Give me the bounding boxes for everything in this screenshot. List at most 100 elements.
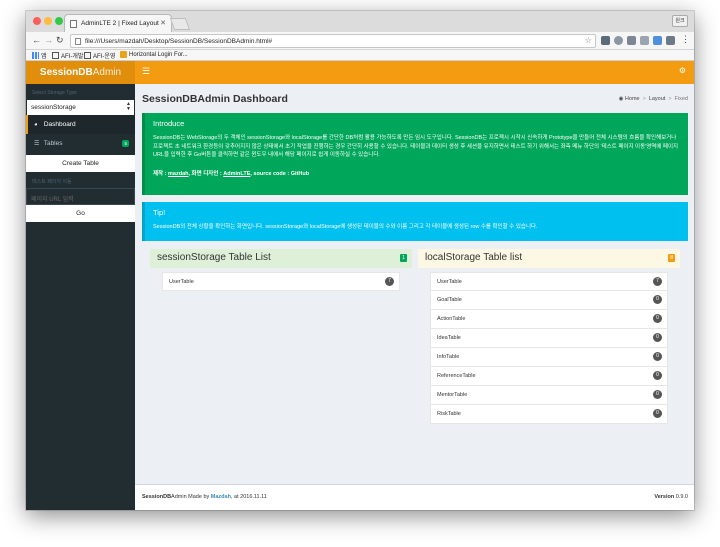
table-name: ActionTable <box>437 316 466 322</box>
url-field[interactable]: file:///Users/mazdah/Desktop/SessionDB/S… <box>70 34 596 48</box>
address-bar-row: ← → ↻ file:///Users/mazdah/Desktop/Sessi… <box>26 32 694 50</box>
box-title: localStorage Table list <box>425 252 523 263</box>
table-name: MentorTable <box>437 392 468 398</box>
browser-tab[interactable]: AdminLTE 2 | Fixed Layout ✕ <box>64 14 172 32</box>
bookmark-item[interactable]: AFI-개발 <box>52 51 83 60</box>
extension-icon[interactable] <box>666 36 675 45</box>
extension-icon[interactable] <box>627 36 636 45</box>
tip-callout: Tip! SessionDB의 전체 상황을 확인하는 화면입니다. sessi… <box>142 202 688 241</box>
admin-app: SessionDBAdmin Select Storage Type sessi… <box>26 61 694 510</box>
page-url-input[interactable]: 페이지 URL 입력 <box>26 188 135 205</box>
create-table-button[interactable]: Create Table <box>26 155 135 172</box>
browser-tab-title: AdminLTE 2 | Fixed Layout <box>81 20 159 27</box>
reload-icon[interactable]: ↻ <box>56 35 64 46</box>
extension-icon[interactable] <box>653 36 662 45</box>
sidebar-item-label: Dashboard <box>43 121 76 128</box>
table-count-badge: 1 <box>400 254 407 262</box>
go-button[interactable]: Go <box>26 205 135 222</box>
storage-type-select[interactable]: sessionStorage ▲ ▼ <box>27 100 134 115</box>
bookmark-item[interactable]: Horizontal Login For... <box>120 51 188 58</box>
top-navbar: ☰ ⚙ <box>135 61 694 84</box>
sidebar-item-tables[interactable]: ☰ Tables 5 <box>26 134 135 153</box>
table-name: UserTable <box>437 279 462 285</box>
minimize-window-button[interactable] <box>44 17 52 25</box>
folder-icon <box>120 51 127 58</box>
row-count-badge: 0 <box>653 371 662 380</box>
version-label: Version <box>654 494 675 500</box>
footer-author-link[interactable]: Mazdah <box>211 494 231 500</box>
design-prefix: , 화면 디자인 : <box>188 170 224 177</box>
table-row[interactable]: IdeaTable 0 <box>430 329 668 348</box>
brand-logo[interactable]: SessionDBAdmin <box>26 61 135 84</box>
local-storage-box: localStorage Table list 8 UserTable 7 Goal… <box>418 249 680 424</box>
sidebar-toggle-icon[interactable]: ☰ <box>142 66 150 77</box>
table-row[interactable]: ActionTable 0 <box>430 310 668 329</box>
row-count-badge: 0 <box>653 409 662 418</box>
table-name: ReferenceTable <box>437 373 476 379</box>
breadcrumb-separator: > <box>668 96 672 102</box>
breadcrumb-separator: > <box>642 96 646 102</box>
version-number: 0.9.0 <box>674 494 688 500</box>
source-code-link[interactable]: , source code : GitHub <box>250 171 309 177</box>
close-window-button[interactable] <box>33 17 41 25</box>
bookmark-label: AFI-운영 <box>93 54 116 60</box>
table-list: UserTable 7 <box>150 268 412 291</box>
brand-light: Admin <box>92 67 122 78</box>
forward-icon[interactable]: → <box>44 35 53 45</box>
folder-icon <box>84 52 91 59</box>
row-count-badge: 0 <box>653 333 662 342</box>
extension-icon[interactable] <box>601 36 610 45</box>
extension-icon[interactable] <box>640 36 649 45</box>
settings-icon[interactable]: ⚙ <box>679 66 686 75</box>
author-link[interactable]: mazdah <box>168 171 188 177</box>
dashboard-icon: ◕ <box>34 122 38 128</box>
table-row[interactable]: RiskTable 0 <box>430 405 668 424</box>
table-row[interactable]: InfoTable 0 <box>430 348 668 367</box>
table-count-badge: 8 <box>668 254 675 262</box>
box-header: sessionStorage Table List 1 <box>150 249 412 268</box>
bookmark-label: 앱 <box>41 54 47 60</box>
brand-bold: SessionDB <box>39 67 93 78</box>
profile-button[interactable]: 원크 <box>672 15 688 27</box>
table-row[interactable]: UserTable 7 <box>430 272 668 291</box>
sidebar-item-label: Tables <box>43 140 63 147</box>
footer-version: Version 0.9.0 <box>654 494 688 500</box>
page-icon <box>70 20 77 28</box>
table-row[interactable]: UserTable 7 <box>162 272 400 291</box>
folder-icon <box>52 52 59 59</box>
row-count-badge: 0 <box>653 314 662 323</box>
table-name: GoalTable <box>437 297 462 303</box>
back-icon[interactable]: ← <box>32 35 41 45</box>
bookmark-label: AFI-개발 <box>61 54 84 60</box>
bookmark-label: Horizontal Login For... <box>129 51 188 58</box>
new-tab-button[interactable] <box>169 18 191 30</box>
select-arrows-icon: ▲ ▼ <box>126 101 131 112</box>
row-count-badge: 0 <box>653 295 662 304</box>
breadcrumb: ◉ Home > Layout > Fixed <box>619 96 688 102</box>
tip-title: Tip! <box>153 208 166 217</box>
footer: SessionDBAdmin Made by Mazdah, at 2016.1… <box>135 484 694 510</box>
table-name: IdeaTable <box>437 335 461 341</box>
storage-type-value: sessionStorage <box>31 104 76 111</box>
row-count-badge: 0 <box>653 390 662 399</box>
extension-icon[interactable] <box>614 36 623 45</box>
table-icon: ☰ <box>34 141 40 147</box>
breadcrumb-current: Fixed <box>674 96 688 102</box>
adminlte-link[interactable]: AdminLTE <box>223 171 250 177</box>
bookmark-item[interactable]: AFI-운영 <box>84 51 115 60</box>
bookmark-item[interactable]: 앱 <box>32 51 47 60</box>
breadcrumb-home[interactable]: Home <box>625 96 640 102</box>
table-name: RiskTable <box>437 411 461 417</box>
table-row[interactable]: GoalTable 0 <box>430 291 668 310</box>
close-tab-icon[interactable]: ✕ <box>160 19 166 27</box>
footer-app-light: Admin <box>171 494 187 500</box>
box-title: sessionStorage Table List <box>157 252 271 263</box>
breadcrumb-layout[interactable]: Layout <box>649 96 666 102</box>
sidebar-item-dashboard[interactable]: ◕ Dashboard <box>26 115 135 134</box>
sidebar: SessionDBAdmin Select Storage Type sessi… <box>26 61 135 510</box>
menu-icon[interactable]: ⋮ <box>681 34 690 45</box>
maximize-window-button[interactable] <box>55 17 63 25</box>
table-row[interactable]: MentorTable 0 <box>430 386 668 405</box>
table-row[interactable]: ReferenceTable 0 <box>430 367 668 386</box>
bookmark-star-icon[interactable]: ☆ <box>585 36 592 45</box>
